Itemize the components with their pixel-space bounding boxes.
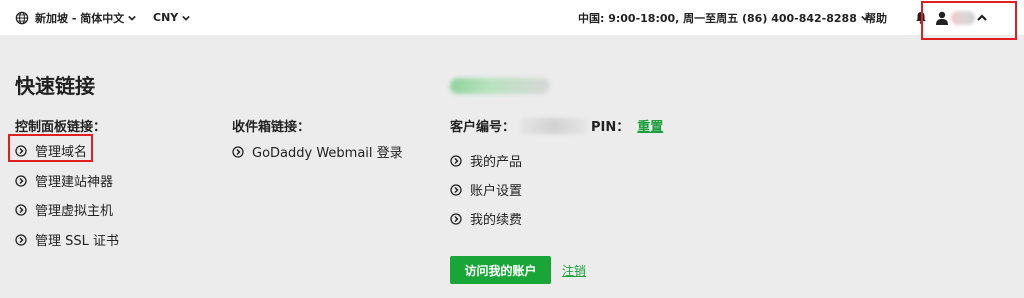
link-my-renewals[interactable]: 我的续费 (450, 209, 522, 228)
top-bar: 新加坡 - 简体中文 CNY 中国: 9:00-18:00, 周一至周五 (86… (0, 0, 1024, 35)
link-label: 管理 SSL 证书 (35, 234, 120, 249)
circle-chevron-icon (15, 233, 27, 246)
link-label: 账户设置 (470, 184, 523, 199)
region-selector[interactable]: 新加坡 - 简体中文 (15, 0, 137, 35)
customer-number-label: 客户编号： (450, 120, 516, 135)
support-hours: 中国: 9:00-18:00, 周一至周五 (86) 400-842-8288 (578, 11, 857, 25)
link-label: 管理建站神器 (35, 175, 114, 190)
help-label: 帮助 (865, 11, 887, 25)
chevron-down-icon (128, 15, 137, 21)
link-label: GoDaddy Webmail 登录 (252, 146, 403, 161)
circle-chevron-icon (232, 145, 244, 158)
link-account-settings[interactable]: 账户设置 (450, 180, 522, 199)
link-label: 我的续费 (470, 213, 523, 228)
currency-selector[interactable]: CNY (153, 0, 191, 35)
support-phone-dropdown[interactable]: 中国: 9:00-18:00, 周一至周五 (86) 400-842-8288 (578, 0, 869, 35)
circle-chevron-icon (450, 154, 462, 167)
pin-label: PIN： (591, 120, 630, 135)
control-panel-heading: 控制面板链接： (15, 120, 107, 135)
link-label: 我的产品 (470, 155, 523, 170)
customer-number-redacted (521, 117, 588, 134)
customer-name-redacted (450, 78, 550, 94)
link-webmail-login[interactable]: GoDaddy Webmail 登录 (232, 142, 403, 161)
link-manage-ssl[interactable]: 管理 SSL 证书 (15, 230, 119, 249)
circle-chevron-icon (15, 174, 27, 187)
reset-pin-link[interactable]: 重置 (637, 116, 663, 135)
chevron-down-icon (182, 15, 191, 21)
link-website-builder[interactable]: 管理建站神器 (15, 171, 113, 190)
customer-info-row: 客户编号： PIN： 重置 (450, 116, 663, 135)
circle-chevron-icon (450, 212, 462, 225)
visit-account-button[interactable]: 访问我的账户 (450, 256, 551, 284)
help-link[interactable]: 帮助 (865, 0, 887, 35)
link-label: 管理虚拟主机 (35, 204, 114, 219)
currency-label: CNY (153, 11, 179, 24)
region-label: 新加坡 - 简体中文 (35, 11, 125, 25)
link-manage-hosting[interactable]: 管理虚拟主机 (15, 200, 113, 219)
circle-chevron-icon (450, 183, 462, 196)
globe-icon (15, 11, 29, 24)
circle-chevron-icon (15, 203, 27, 216)
manage-domains-highlight-box (8, 134, 93, 162)
link-my-products[interactable]: 我的产品 (450, 151, 522, 170)
inbox-heading: 收件箱链接： (232, 120, 311, 135)
account-highlight-box (921, 1, 1017, 40)
page-title: 快速链接 (15, 74, 95, 98)
logout-link[interactable]: 注销 (562, 262, 586, 279)
